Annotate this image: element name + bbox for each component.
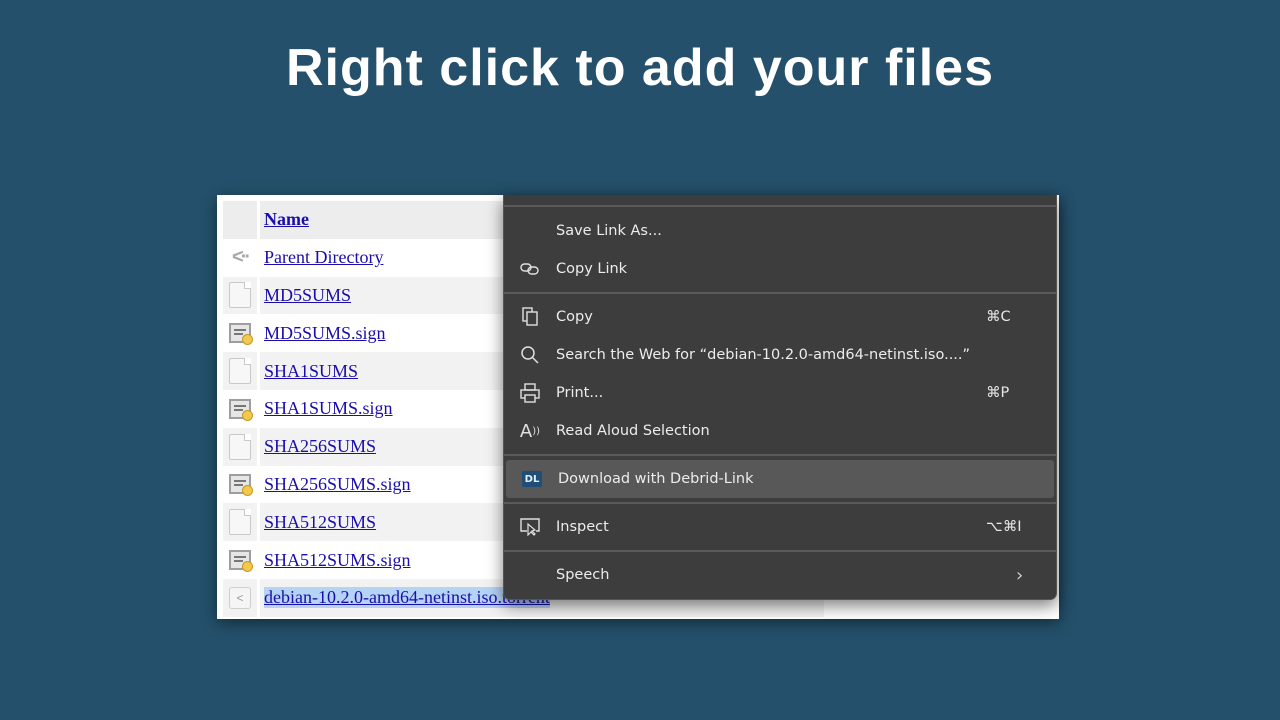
- menu-item-speech[interactable]: Speech ›: [504, 556, 1056, 594]
- menu-separator: [504, 454, 1056, 456]
- menu-item-search-web[interactable]: Search the Web for “debian-10.2.0-amd64-…: [504, 336, 1056, 374]
- file-link[interactable]: SHA512SUMS.sign: [264, 550, 411, 571]
- menu-item-copy[interactable]: Copy ⌘C: [504, 298, 1056, 336]
- menu-item-read-aloud[interactable]: A)) Read Aloud Selection: [504, 412, 1056, 450]
- signature-file-icon: [229, 323, 253, 346]
- file-link[interactable]: SHA1SUMS.sign: [264, 398, 393, 419]
- link-icon: [504, 262, 556, 276]
- menu-item-download-debrid-link[interactable]: DL Download with Debrid-Link: [506, 460, 1054, 498]
- text-file-icon: [229, 282, 251, 309]
- torrent-file-icon: <: [229, 586, 251, 609]
- file-link[interactable]: SHA512SUMS: [264, 512, 376, 533]
- read-aloud-icon: A)): [519, 420, 541, 442]
- name-column-header[interactable]: Name: [264, 209, 309, 230]
- shortcut-inspect: ⌥⌘I: [986, 519, 1022, 535]
- context-menu: Save Link As... Copy Link Copy ⌘C Search…: [503, 195, 1057, 600]
- menu-separator: [504, 205, 1056, 207]
- shortcut-print: ⌘P: [986, 385, 1010, 401]
- file-link[interactable]: SHA1SUMS: [264, 361, 358, 382]
- signature-file-icon: [229, 550, 253, 573]
- menu-separator: [504, 502, 1056, 504]
- file-link[interactable]: Parent Directory: [264, 247, 383, 268]
- back-icon: <··: [232, 246, 251, 269]
- menu-item-inspect[interactable]: Inspect ⌥⌘I: [504, 508, 1056, 546]
- search-icon: [504, 345, 556, 365]
- printer-icon: [504, 383, 556, 403]
- file-link[interactable]: SHA256SUMS: [264, 436, 376, 457]
- shortcut-copy: ⌘C: [986, 309, 1011, 325]
- text-file-icon: [229, 509, 251, 536]
- text-file-icon: [229, 358, 251, 385]
- menu-separator: [504, 550, 1056, 552]
- menu-separator: [504, 292, 1056, 294]
- file-link[interactable]: SHA256SUMS.sign: [264, 474, 411, 495]
- menu-item-print[interactable]: Print... ⌘P: [504, 374, 1056, 412]
- file-link[interactable]: MD5SUMS.sign: [264, 323, 386, 344]
- inspect-icon: [504, 518, 556, 536]
- menu-item-copy-link[interactable]: Copy Link: [504, 250, 1056, 288]
- headline: Right click to add your files: [286, 39, 994, 97]
- signature-file-icon: [229, 474, 253, 497]
- text-file-icon: [229, 433, 251, 460]
- menu-item-save-link-as[interactable]: Save Link As...: [504, 212, 1056, 250]
- chevron-right-icon: ›: [1016, 564, 1024, 586]
- debrid-link-icon: DL: [522, 471, 542, 487]
- signature-file-icon: [229, 398, 253, 421]
- file-link[interactable]: MD5SUMS: [264, 285, 351, 306]
- copy-icon: [504, 307, 556, 327]
